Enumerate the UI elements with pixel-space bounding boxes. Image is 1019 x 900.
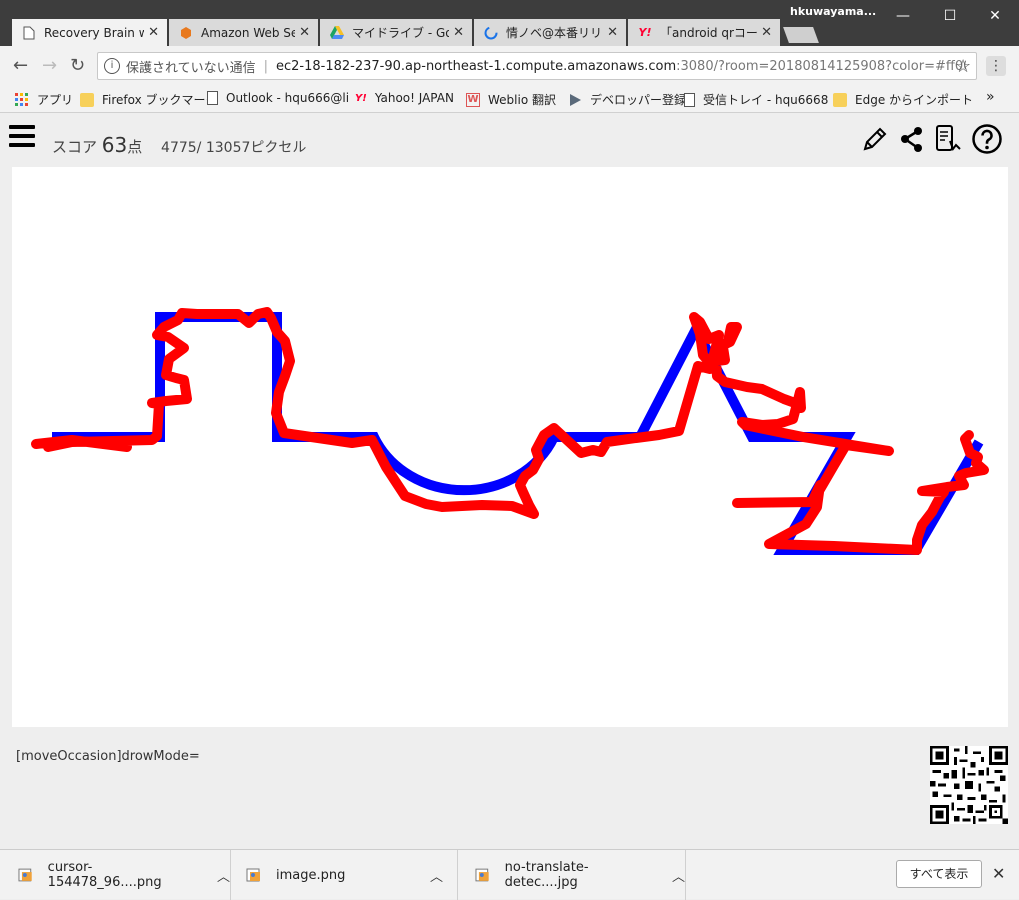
tab-label: Amazon Web Services [201,25,296,40]
drawing-canvas[interactable] [12,167,1008,727]
folder-icon [80,92,94,107]
back-arrow-icon[interactable]: ← [13,56,28,76]
close-window-button[interactable]: ✕ [985,6,1005,26]
maximize-button[interactable]: ☐ [940,6,960,26]
tab-close-icon[interactable]: ✕ [453,25,464,40]
bookmark-star-icon[interactable]: ☆ [955,56,971,77]
help-icon[interactable] [971,123,1003,155]
yahoo-icon: Y! [638,26,652,39]
new-tab-button[interactable] [783,27,819,43]
url-text[interactable]: ec2-18-182-237-90.ap-northeast-1.compute… [276,59,966,74]
target-path [52,312,984,555]
device-icon[interactable] [932,123,964,155]
tab-close-icon[interactable]: ✕ [299,25,310,40]
image-file-icon [18,868,32,882]
bookmark-edge-import[interactable]: Edge からインポート [833,91,973,108]
qr-code [930,746,1008,824]
reload-icon[interactable]: ↻ [70,56,85,76]
browser-toolbar: ← → ↻ i 保護されていない通信 | ec2-18-182-237-90.a… [0,46,1019,86]
tab-label: 情ノベ@本番リリース [506,26,603,40]
weblio-icon: W [466,92,480,107]
minimize-button[interactable]: — [893,6,913,26]
page-icon [684,92,695,107]
document-icon [22,26,36,40]
tab-label: 「android qrコード 読 [660,26,758,40]
share-icon[interactable] [896,123,928,155]
download-item[interactable]: cursor-154478_96....png ︿ [18,850,231,900]
forward-arrow-icon[interactable]: → [42,56,57,76]
address-bar[interactable]: i 保護されていない通信 | ec2-18-182-237-90.ap-nort… [97,52,977,80]
debug-status-text: [moveOccasion]drowMode= [16,749,200,764]
pencil-icon[interactable] [859,123,891,155]
address-separator: | [263,58,269,74]
tab-aws[interactable]: Amazon Web Services ✕ [169,19,318,46]
browser-menu-icon[interactable]: ⋮ [986,56,1006,76]
apps-icon [15,92,29,107]
page-icon [207,91,218,105]
tab-google-drive[interactable]: マイドライブ - Google ✕ [320,19,472,46]
bookmark-firefox[interactable]: Firefox ブックマーク [80,91,218,108]
download-filename: image.png [276,867,346,883]
bookmark-label: Edge からインポート [855,93,974,107]
security-status[interactable]: 保護されていない通信 [126,57,256,76]
play-icon [568,93,582,107]
url-host: ec2-18-182-237-90.ap-northeast-1.compute… [276,58,677,74]
tab-close-icon[interactable]: ✕ [607,25,618,40]
bookmark-label: 受信トレイ - hqu6668 [703,93,829,107]
image-file-icon [475,868,489,882]
tab-recovery-brain[interactable]: Recovery Brain web ✕ [12,19,167,46]
folder-icon [833,92,847,107]
bookmarks-bar: アプリ Firefox ブックマーク Outlook - hqu666@li Y… [0,86,1019,113]
bookmark-developer[interactable]: デベロッパー登録 [568,91,686,108]
loading-icon [484,26,498,40]
tab-jounobe[interactable]: 情ノベ@本番リリース ✕ [474,19,626,46]
close-downloads-icon[interactable]: ✕ [992,864,1005,883]
bookmark-label: Yahoo! JAPAN [374,91,454,105]
tab-close-icon[interactable]: ✕ [761,25,772,40]
tab-label: マイドライブ - Google [352,26,450,40]
drive-icon [330,26,344,40]
image-file-icon [246,868,260,882]
title-bar: Recovery Brain web ✕ Amazon Web Services… [0,0,1019,46]
download-item[interactable]: image.png ︿ [246,850,458,900]
download-item[interactable]: no-translate-detec....jpg ︿ [475,850,686,900]
pixel-count: 4775/ 13057ピクセル [161,140,307,156]
hamburger-menu-icon[interactable] [9,125,35,147]
bookmark-label: Weblio 翻訳 [488,93,556,107]
bookmark-weblio[interactable]: W Weblio 翻訳 [466,91,556,108]
app-area: スコア 63点 4775/ 13057ピクセル [moveOccasion]dr… [0,113,1019,849]
show-all-downloads-button[interactable]: すべて表示 [896,860,982,888]
download-filename: no-translate-detec....jpg [504,860,589,890]
url-path: :3080/?room=20180814125908?color=#ff0000… [676,58,966,74]
score-prefix: スコア [52,138,98,156]
score-value: 63 [101,133,128,157]
bookmark-yahoo[interactable]: Y! Yahoo! JAPAN [355,91,454,105]
tab-close-icon[interactable]: ✕ [148,25,159,40]
bookmark-outlook[interactable]: Outlook - hqu666@li [207,91,349,105]
chevron-up-icon[interactable]: ︿ [430,866,443,885]
tab-label: Recovery Brain web [44,25,145,40]
user-stroke [31,307,989,555]
bookmarks-overflow[interactable]: » [986,89,995,105]
download-filename: cursor-154478_96....png [47,860,162,890]
bookmark-label: アプリ [37,93,74,107]
bookmark-apps[interactable]: アプリ [15,91,73,108]
tab-yahoo-search[interactable]: Y! 「android qrコード 読 ✕ [628,19,780,46]
aws-icon [179,26,193,40]
downloads-bar: cursor-154478_96....png ︿ image.png ︿ no… [0,849,1019,900]
bookmark-label: Firefox ブックマーク [102,93,218,107]
score-unit: 点 [127,138,143,156]
bookmark-label: デベロッパー登録 [590,93,687,107]
info-icon[interactable]: i [104,58,120,74]
chevron-up-icon[interactable]: ︿ [217,866,230,885]
yahoo-icon: Y! [355,92,367,104]
chevron-up-icon[interactable]: ︿ [672,866,685,885]
profile-name[interactable]: hkuwayama... [790,5,876,18]
bookmark-inbox[interactable]: 受信トレイ - hqu6668 [684,91,828,108]
score-display: スコア 63点 4775/ 13057ピクセル [52,133,306,157]
bookmark-label: Outlook - hqu666@li [226,91,350,105]
